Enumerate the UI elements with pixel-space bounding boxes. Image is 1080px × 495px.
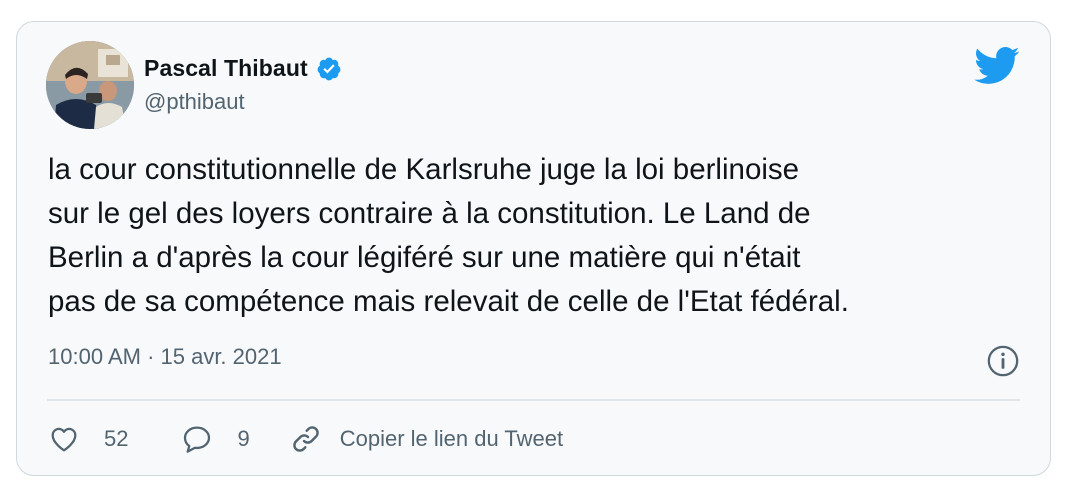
copy-link-label: Copier le lien du Tweet (339, 426, 564, 451)
like-button[interactable]: 52 (48, 423, 128, 455)
speech-bubble-icon (184, 426, 211, 453)
author-handle[interactable]: @pthibaut (144, 89, 245, 115)
reply-count: 9 (237, 426, 250, 451)
tweet-actions: 52 9 Copier le lien du Tweet (48, 423, 563, 455)
like-count: 52 (104, 426, 129, 451)
twitter-bird-icon[interactable] (974, 46, 1020, 86)
avatar-photo (46, 41, 134, 129)
tweet-timestamp[interactable]: 10:00 AM · 15 avr. 2021 (48, 344, 282, 370)
author-display-name[interactable]: Pascal Thibaut (144, 55, 308, 82)
tweet-text: la cour constitutionnelle de Karlsruhe j… (48, 153, 849, 318)
link-icon (292, 426, 319, 452)
copy-link-button[interactable]: Copier le lien du Tweet (290, 423, 563, 455)
tweet-card[interactable]: Pascal Thibaut @pthibaut la cour constit… (16, 21, 1051, 476)
divider (47, 399, 1020, 401)
heart-icon (51, 427, 77, 452)
avatar[interactable] (46, 41, 134, 129)
reply-button[interactable]: 9 (181, 423, 250, 455)
info-icon[interactable] (986, 344, 1020, 378)
verified-badge-icon (317, 57, 341, 80)
